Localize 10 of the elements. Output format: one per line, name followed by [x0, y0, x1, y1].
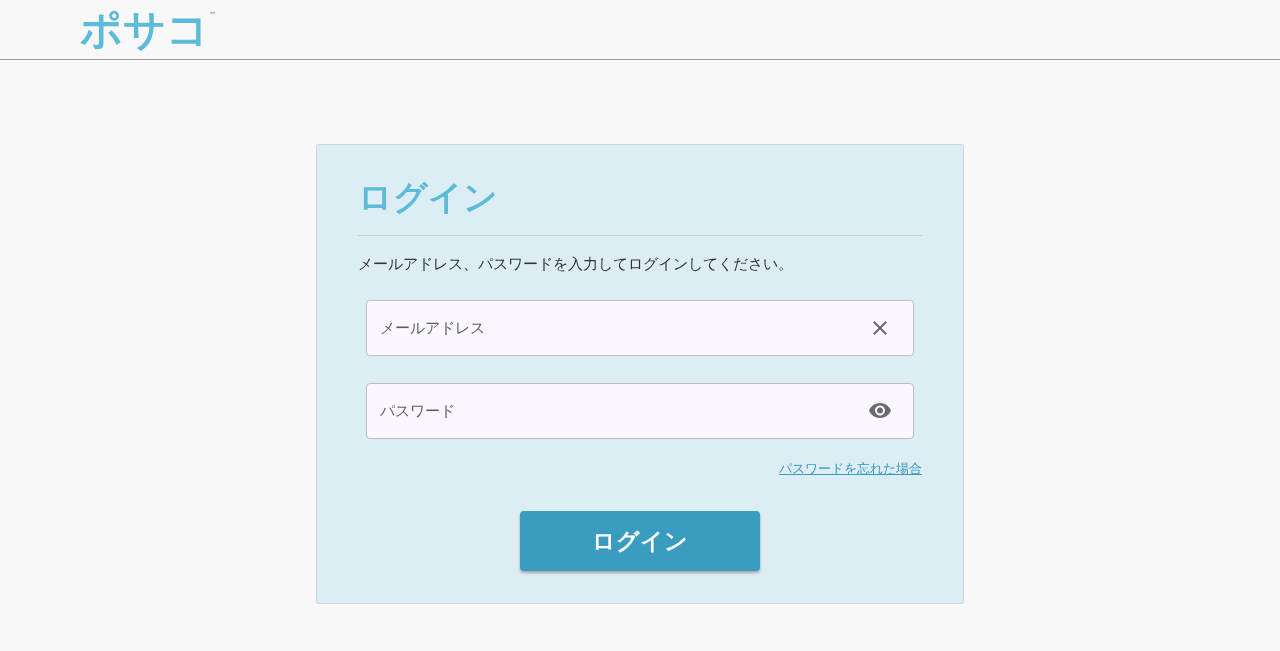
email-field[interactable]: メールアドレス	[366, 300, 914, 356]
password-field[interactable]: パスワード	[366, 383, 914, 439]
login-button[interactable]: ログイン	[520, 511, 760, 571]
trademark-mark: ™	[209, 10, 217, 21]
clear-icon[interactable]	[873, 321, 887, 335]
logo-text[interactable]: ポサコ	[80, 4, 209, 55]
forgot-password-link[interactable]: パスワードを忘れた場合	[779, 460, 922, 478]
eye-icon[interactable]	[869, 403, 891, 418]
instruction-text: メールアドレス、パスワードを入力してログインしてください。	[358, 254, 794, 275]
login-title: ログイン	[358, 177, 499, 217]
